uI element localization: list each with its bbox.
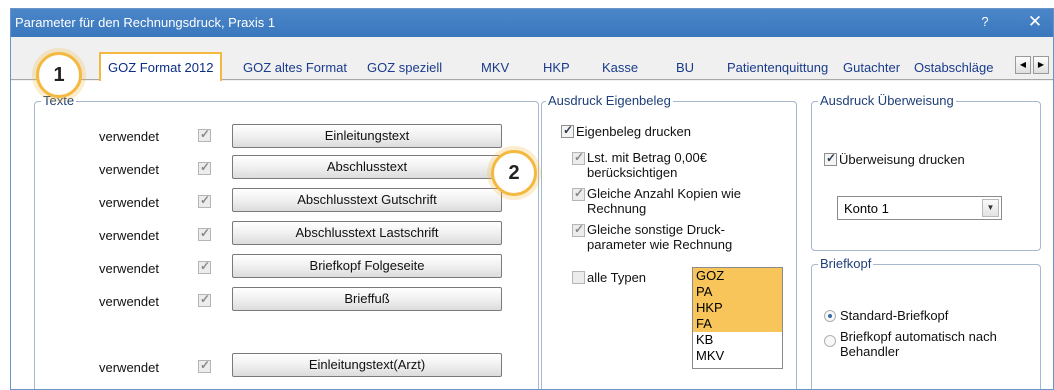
check-icon: ✓: [200, 292, 211, 306]
einleitungstext-arzt-button[interactable]: Einleitungstext(Arzt): [232, 353, 502, 377]
briefkopf-automatisch-label: Briefkopf automatisch nach Behandler: [840, 329, 997, 359]
ueberweisung-drucken-checkbox[interactable]: ✓: [824, 151, 837, 166]
texte-row-status: verwendet: [99, 294, 159, 309]
check-icon: ✓: [574, 222, 585, 236]
gleiche-sonstige-checkbox[interactable]: ✓: [572, 222, 585, 237]
ueberweisung-legend: Ausdruck Überweisung: [818, 93, 956, 108]
ueberweisung-group: Ausdruck Überweisung ✓ Überweisung druck…: [811, 93, 1041, 251]
tab-bu[interactable]: BU: [676, 56, 694, 80]
check-icon: ✓: [200, 193, 211, 207]
standard-briefkopf-radio[interactable]: [824, 310, 836, 322]
texte-row-checkbox: ✓: [198, 358, 211, 373]
texte-row-status: verwendet: [99, 360, 159, 375]
check-icon: ✓: [200, 226, 211, 240]
step-badge-2: 2: [491, 150, 537, 196]
eigenbeleg-drucken-checkbox[interactable]: ✓: [561, 123, 574, 138]
eigenbeleg-legend: Ausdruck Eigenbeleg: [546, 93, 673, 108]
eigenbeleg-group: Ausdruck Eigenbeleg ✓ Eigenbeleg drucken…: [541, 93, 797, 389]
check-icon: ✓: [200, 160, 211, 174]
briefkopf-group: Briefkopf Standard-Briefkopf Briefkopf a…: [811, 256, 1041, 389]
texte-row-checkbox: ✓: [198, 226, 211, 241]
tab-scroll-right-icon[interactable]: ▶: [1033, 56, 1049, 74]
tab-gutachter[interactable]: Gutachter: [843, 56, 900, 80]
check-icon: ✓: [200, 358, 211, 372]
lst-betrag-checkbox[interactable]: ✓: [572, 150, 585, 165]
tab-scroll-left-icon[interactable]: ◀: [1015, 56, 1031, 74]
chevron-down-icon[interactable]: ▼: [982, 199, 999, 217]
texte-row-status: verwendet: [99, 162, 159, 177]
texte-row-status: verwendet: [99, 228, 159, 243]
abschlusstext-button[interactable]: Abschlusstext: [232, 155, 502, 179]
tab-goz-altes-format[interactable]: GOZ altes Format: [243, 56, 347, 80]
tab-strip: GOZ Format 2012 GOZ altes Format GOZ spe…: [11, 52, 1053, 81]
check-icon: ✓: [200, 127, 211, 141]
briefuss-button[interactable]: Brieffuß: [232, 287, 502, 311]
list-item[interactable]: KB: [693, 332, 782, 348]
tab-goz-format-2012[interactable]: GOZ Format 2012: [99, 52, 223, 81]
list-item[interactable]: PA: [693, 284, 782, 300]
typen-listbox[interactable]: GOZ PA HKP FA KB MKV: [692, 267, 783, 369]
tab-ostabschlaege[interactable]: Ostabschläge: [914, 56, 994, 80]
tab-mkv[interactable]: MKV: [481, 56, 509, 80]
ueberweisung-drucken-label: Überweisung drucken: [839, 152, 965, 167]
check-icon: ✓: [574, 186, 585, 200]
konto-value: Konto 1: [844, 201, 889, 216]
window-title: Parameter für den Rechnungsdruck, Praxis…: [15, 15, 276, 30]
title-bar: Parameter für den Rechnungsdruck, Praxis…: [11, 9, 1053, 37]
gleiche-kopien-checkbox[interactable]: ✓: [572, 186, 585, 201]
texte-row-checkbox: ✓: [198, 127, 211, 142]
tab-patientenquittung[interactable]: Patientenquittung: [727, 56, 828, 80]
check-icon: ✓: [200, 259, 211, 273]
help-button[interactable]: ?: [977, 14, 993, 29]
konto-select[interactable]: Konto 1 ▼: [837, 196, 1002, 220]
list-item[interactable]: GOZ: [693, 268, 782, 284]
lst-betrag-label: Lst. mit Betrag 0,00€ berücksichtigen: [587, 150, 707, 180]
dialog-window: Parameter für den Rechnungsdruck, Praxis…: [10, 8, 1054, 390]
gleiche-kopien-label: Gleiche Anzahl Kopien wie Rechnung: [587, 186, 741, 216]
texte-row-status: verwendet: [99, 195, 159, 210]
check-icon: ✓: [826, 151, 837, 165]
close-button[interactable]: ✕: [1025, 12, 1045, 32]
check-icon: ✓: [563, 123, 574, 137]
briefkopf-folgeseite-button[interactable]: Briefkopf Folgeseite: [232, 254, 502, 278]
check-icon: ✓: [574, 150, 585, 164]
abschlusstext-gutschrift-button[interactable]: Abschlusstext Gutschrift: [232, 188, 502, 212]
einleitungstext-button[interactable]: Einleitungstext: [232, 124, 502, 148]
tab-hkp[interactable]: HKP: [543, 56, 570, 80]
texte-row-status: verwendet: [99, 129, 159, 144]
list-item[interactable]: MKV: [693, 348, 782, 364]
eigenbeleg-drucken-label: Eigenbeleg drucken: [576, 124, 691, 139]
list-item[interactable]: HKP: [693, 300, 782, 316]
alle-typen-checkbox[interactable]: [572, 271, 585, 284]
tab-kasse[interactable]: Kasse: [602, 56, 638, 80]
texte-row-checkbox: ✓: [198, 259, 211, 274]
texte-row-status: verwendet: [99, 261, 159, 276]
abschlusstext-lastschrift-button[interactable]: Abschlusstext Lastschrift: [232, 221, 502, 245]
gleiche-sonstige-label: Gleiche sonstige Druck-parameter wie Rec…: [587, 222, 733, 252]
standard-briefkopf-label: Standard-Briefkopf: [840, 308, 949, 323]
texte-group: Texte verwendet ✓ Einleitungstext verwen…: [34, 93, 539, 389]
step-badge-1: 1: [36, 52, 82, 98]
list-item[interactable]: FA: [693, 316, 782, 332]
tab-goz-speziell[interactable]: GOZ speziell: [367, 56, 442, 80]
tab-content: Texte verwendet ✓ Einleitungstext verwen…: [11, 81, 1053, 389]
briefkopf-legend: Briefkopf: [818, 256, 874, 271]
texte-row-checkbox: ✓: [198, 292, 211, 307]
alle-typen-label: alle Typen: [587, 270, 647, 285]
texte-row-checkbox: ✓: [198, 193, 211, 208]
texte-row-checkbox: ✓: [198, 160, 211, 175]
briefkopf-automatisch-radio[interactable]: [824, 335, 836, 347]
